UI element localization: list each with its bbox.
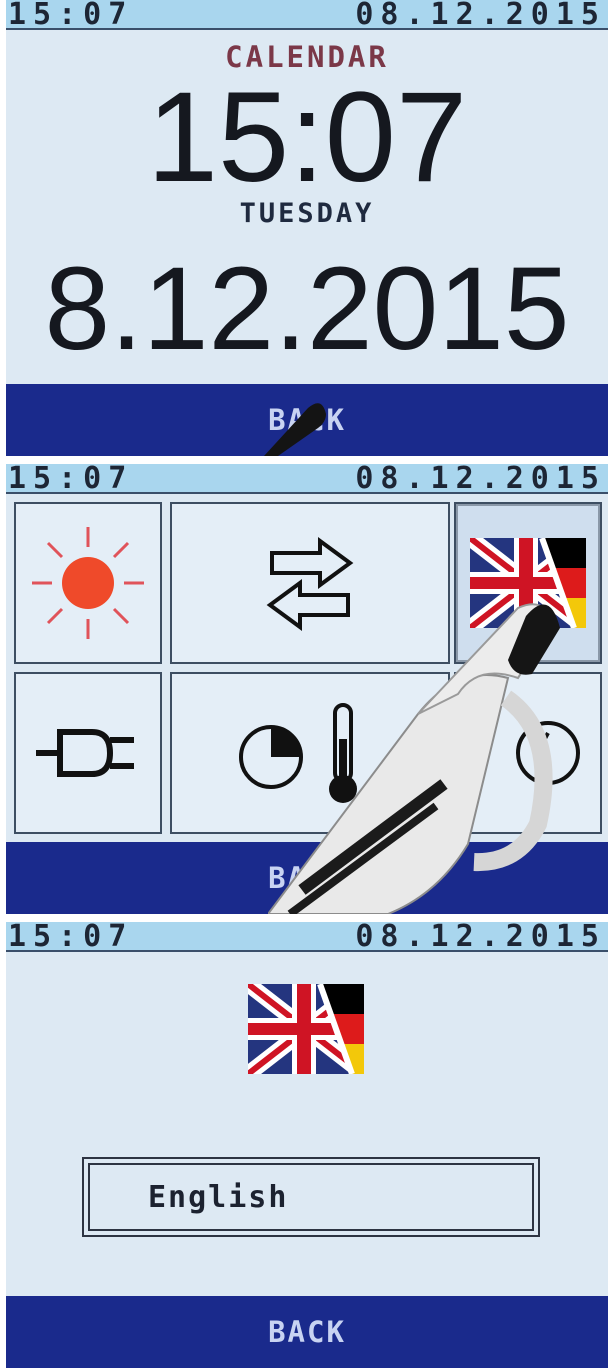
language-screen: 15:07 08.12.2015 English BACK — [6, 922, 608, 1368]
calendar-date: 8.12.2015 — [44, 243, 570, 375]
menu-screen: 15:07 08.12.2015 BACK — [6, 464, 608, 914]
status-date: 08.12.2015 — [355, 922, 606, 954]
language-value: English — [88, 1163, 534, 1231]
status-date: 08.12.2015 — [355, 464, 606, 496]
sun-icon — [32, 527, 144, 639]
transfer-tile[interactable] — [170, 502, 450, 664]
status-time: 15:07 — [8, 922, 134, 954]
calendar-screen: 15:07 08.12.2015 CALENDAR 15:07 TUESDAY … — [6, 0, 608, 456]
uk-german-flag-icon — [470, 538, 586, 628]
clock-icon — [516, 721, 580, 785]
back-button[interactable]: BACK — [6, 384, 608, 456]
language-tile[interactable] — [454, 502, 602, 664]
timer-thermometer-icon — [239, 703, 357, 803]
clock-time: 15:07 — [146, 66, 468, 209]
back-button[interactable]: BACK — [6, 1296, 608, 1368]
status-bar: 15:07 08.12.2015 — [6, 922, 608, 954]
swap-arrows-icon — [266, 537, 354, 631]
status-date: 08.12.2015 — [355, 0, 606, 32]
plug-icon — [36, 729, 134, 777]
back-button[interactable]: BACK — [6, 842, 608, 914]
status-time: 15:07 — [8, 464, 134, 496]
status-bar: 15:07 08.12.2015 — [6, 464, 608, 496]
status-bar: 15:07 08.12.2015 — [6, 0, 608, 32]
weekday-label: TUESDAY — [239, 198, 375, 229]
language-selector[interactable]: English — [82, 1157, 540, 1237]
status-time: 15:07 — [8, 0, 134, 32]
timer-temperature-tile[interactable] — [170, 672, 450, 834]
clock-tile[interactable] — [454, 672, 602, 834]
power-tile[interactable] — [14, 672, 162, 834]
uk-german-flag-icon — [248, 984, 364, 1074]
brightness-tile[interactable] — [14, 502, 162, 664]
